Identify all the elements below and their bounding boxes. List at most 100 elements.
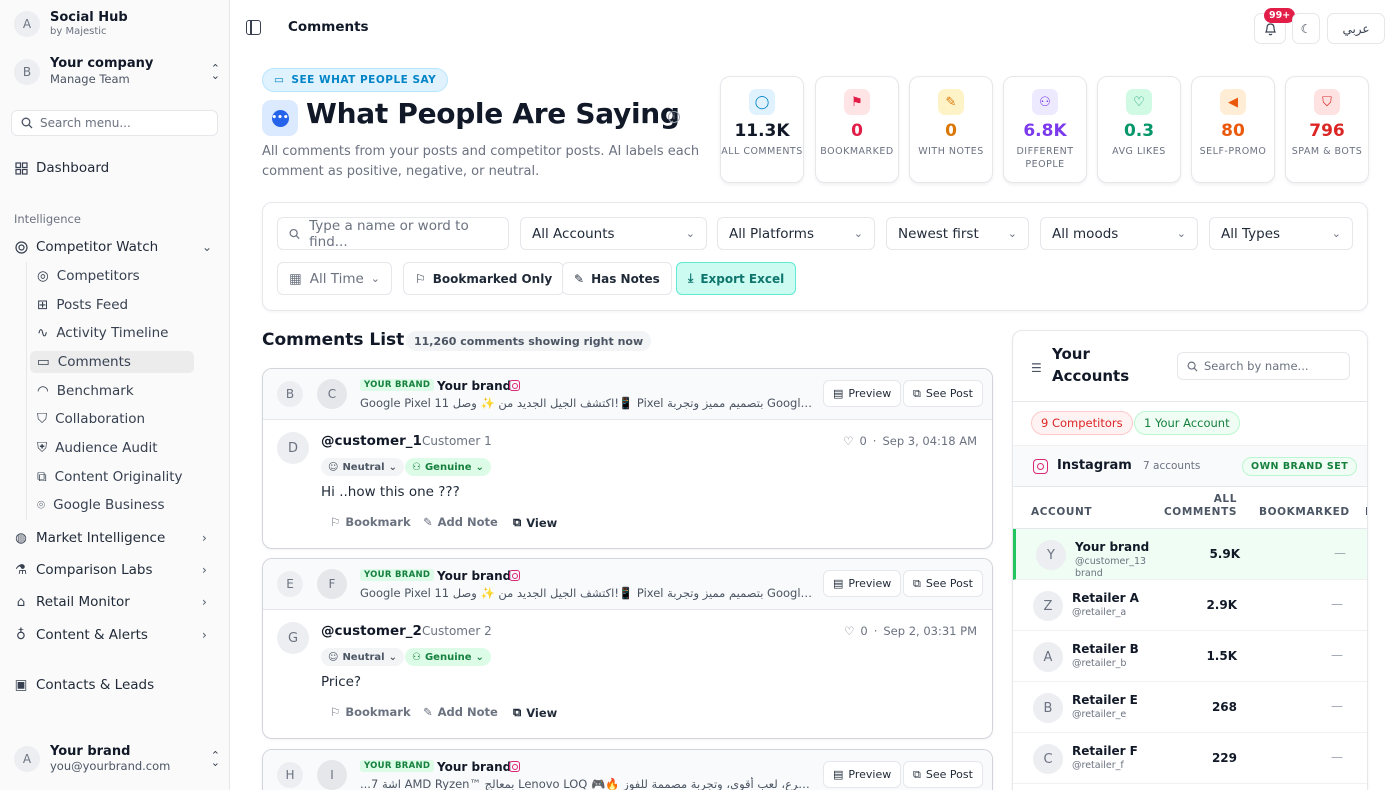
bookmarked-only-button[interactable]: ⚐ Bookmarked Only	[403, 262, 565, 295]
flag-icon: ⚐	[330, 515, 341, 529]
account-row[interactable]: Y Your brand @customer_13 brand 5.9K —	[1013, 529, 1367, 580]
platforms-select[interactable]: All Platforms ⌄	[717, 217, 875, 250]
sidebar-subitem-label: Benchmark	[56, 383, 134, 399]
section-pill: ▭ SEE WHAT PEOPLE SAY	[262, 68, 449, 92]
shield-alert-icon: ⛉	[1314, 89, 1340, 115]
comment-body: G @customer_2 Customer 2 ♡ 0 · Sep 2, 03:31 PM…	[263, 610, 992, 736]
sidebar-subitem-activity-timeline[interactable]: ∿ Activity Timeline	[36, 322, 200, 344]
type-tag[interactable]: ⚇ Genuine ⌄	[405, 458, 491, 476]
sidebar-subitem-label: Content Originality	[54, 469, 183, 485]
account-row[interactable]: C Retailer F @retailer_f 229 —	[1013, 733, 1367, 784]
has-notes-button[interactable]: ✎ Has Notes	[562, 262, 672, 295]
sidebar-subitem-benchmark[interactable]: ◠ Benchmark	[36, 380, 200, 402]
sidebar-item-market-intelligence[interactable]: ◍ Market Intelligence ›	[14, 528, 207, 548]
column-header-all-comments[interactable]: ALL COMMENTS	[1163, 493, 1237, 519]
accounts-select[interactable]: All Accounts ⌄	[520, 217, 707, 250]
preview-button[interactable]: ▤ Preview	[823, 761, 902, 788]
account-avatar: C	[1033, 744, 1063, 774]
sidebar-subitem-comments[interactable]: ▭ Comments	[30, 351, 194, 373]
preview-button[interactable]: ▤ Preview	[823, 380, 902, 407]
sidebar-subitem-content-originality[interactable]: ⧉ Content Originality	[36, 466, 200, 488]
sidebar-item-competitor-watch[interactable]: Competitor Watch ⌄	[14, 237, 212, 257]
account-row[interactable]: Z Retailer A @retailer_a 2.9K —	[1013, 580, 1367, 631]
preview-button[interactable]: ▤ Preview	[823, 570, 902, 597]
sidebar-item-label: Competitor Watch	[36, 239, 159, 255]
stat-card: ◯ 11.3K ALL COMMENTS	[720, 76, 804, 183]
account-comment-count: 229	[1211, 751, 1237, 765]
commenter-handle[interactable]: @customer_2	[321, 623, 422, 639]
edit-icon: ✎	[423, 515, 433, 529]
column-header-account[interactable]: ACCOUNT	[1031, 506, 1092, 519]
user-switcher[interactable]: A Your brand you@yourbrand.com ⌃ ⌄	[14, 744, 220, 773]
sidebar-subitem-label: Google Business	[53, 497, 165, 513]
type-label: Genuine	[424, 461, 472, 473]
copy-check-icon: ⧉	[37, 469, 47, 485]
search-menu-input[interactable]: Search menu...	[11, 110, 218, 136]
sidebar-subitem-competitors[interactable]: ◎ Competitors	[36, 265, 200, 287]
moods-select[interactable]: All moods ⌄	[1040, 217, 1198, 250]
bookmark-button[interactable]: ⚐ Bookmark	[330, 515, 411, 529]
sidebar-item-contacts-leads[interactable]: ▣ Contacts & Leads	[14, 675, 155, 695]
instagram-icon	[509, 380, 520, 391]
see-post-button[interactable]: ⧉ See Post	[903, 380, 983, 407]
export-excel-button[interactable]: ⤓ Export Excel	[676, 262, 797, 295]
select-value: Newest first	[898, 225, 979, 242]
account-search-input[interactable]: Search by name...	[1177, 352, 1350, 380]
sidebar-subitem-posts-feed[interactable]: ⊞ Posts Feed	[36, 294, 200, 316]
time-range-select[interactable]: ▦ All Time ⌄	[277, 262, 392, 295]
mood-tag[interactable]: ☺ Neutral ⌄	[321, 458, 404, 476]
heart-icon: ♡	[844, 624, 855, 638]
button-label: See Post	[925, 387, 973, 400]
account-avatar: B	[277, 381, 303, 407]
see-post-button[interactable]: ⧉ See Post	[903, 761, 983, 788]
sidebar-toggle-icon[interactable]	[246, 20, 261, 35]
types-select[interactable]: All Types ⌄	[1209, 217, 1353, 250]
sidebar-subitem-collaboration[interactable]: ⛉ Collaboration	[36, 408, 200, 430]
platform-group-header[interactable]: Instagram 7 accounts OWN BRAND SET	[1013, 445, 1367, 487]
language-switch-button[interactable]: عربي	[1327, 13, 1385, 44]
company-switcher[interactable]: B Your company Manage Team ⌃ ⌄	[14, 56, 220, 87]
account-row[interactable]: A Retailer B @retailer_b 1.5K —	[1013, 631, 1367, 682]
comment-search-input[interactable]: Type a name or word to find...	[277, 217, 509, 250]
add-note-button[interactable]: ✎ Add Note	[423, 515, 498, 529]
bookmark-button[interactable]: ⚐ Bookmark	[330, 705, 411, 719]
commenter-avatar: D	[277, 432, 309, 464]
sidebar-subitem-google-business[interactable]: ⌾ Google Business	[36, 494, 200, 516]
comments-count-badge: 11,260 comments showing right now	[406, 331, 652, 351]
info-icon[interactable]: i	[668, 111, 680, 123]
sidebar-item-retail-monitor[interactable]: ⌂ Retail Monitor ›	[14, 592, 207, 612]
commenter-avatar: G	[277, 622, 309, 654]
chevron-down-icon: ⌄	[370, 272, 380, 285]
commenter-handle[interactable]: @customer_1	[321, 433, 422, 449]
sort-select[interactable]: Newest first ⌄	[886, 217, 1029, 250]
view-button[interactable]: ⧉ View	[513, 515, 557, 530]
stat-label: ALL COMMENTS	[721, 146, 803, 157]
sidebar-subitem-audience-audit[interactable]: ⛨ Audience Audit	[36, 437, 200, 459]
stat-card: ✎ 0 WITH NOTES	[909, 76, 993, 183]
chevron-down-icon: ⌄	[388, 461, 397, 473]
brand-avatar: A	[14, 11, 40, 37]
see-post-button[interactable]: ⧉ See Post	[903, 570, 983, 597]
own-account-chip[interactable]: 1 Your Account	[1134, 411, 1240, 435]
sidebar-item-comparison-labs[interactable]: ⚗ Comparison Labs ›	[14, 560, 207, 580]
theme-toggle-button[interactable]: ☾	[1292, 13, 1320, 44]
type-tag[interactable]: ⚇ Genuine ⌄	[405, 648, 491, 666]
mood-tag[interactable]: ☺ Neutral ⌄	[321, 648, 404, 666]
top-bar: Comments 99+ ☾ عربي	[230, 0, 1400, 56]
account-comment-count: 1.5K	[1206, 649, 1237, 663]
account-row[interactable]: B Retailer E @retailer_e 268 —	[1013, 682, 1367, 733]
add-note-button[interactable]: ✎ Add Note	[423, 705, 498, 719]
section-label-intelligence: Intelligence	[14, 212, 81, 226]
sidebar-item-content-alerts[interactable]: ♁ Content & Alerts ›	[14, 625, 207, 645]
chevron-down-icon: ⌄	[685, 227, 695, 240]
column-header-bookmarked[interactable]: BOOKMARKED	[1259, 506, 1350, 519]
sidebar-item-label: Comparison Labs	[36, 562, 153, 578]
grid-icon	[14, 161, 28, 175]
brand-header[interactable]: A Social Hub by Majestic	[14, 10, 128, 38]
sidebar-item-dashboard[interactable]: Dashboard	[14, 158, 109, 178]
comment-card: H I YOUR BRAND Your brand ...اشة 7 AMD Ryzen…	[262, 749, 993, 790]
globe-icon: ◍	[15, 530, 27, 546]
comment-date: Sep 3, 04:18 AM	[882, 434, 977, 448]
view-button[interactable]: ⧉ View	[513, 705, 557, 720]
competitors-chip[interactable]: 9 Competitors	[1031, 411, 1133, 435]
